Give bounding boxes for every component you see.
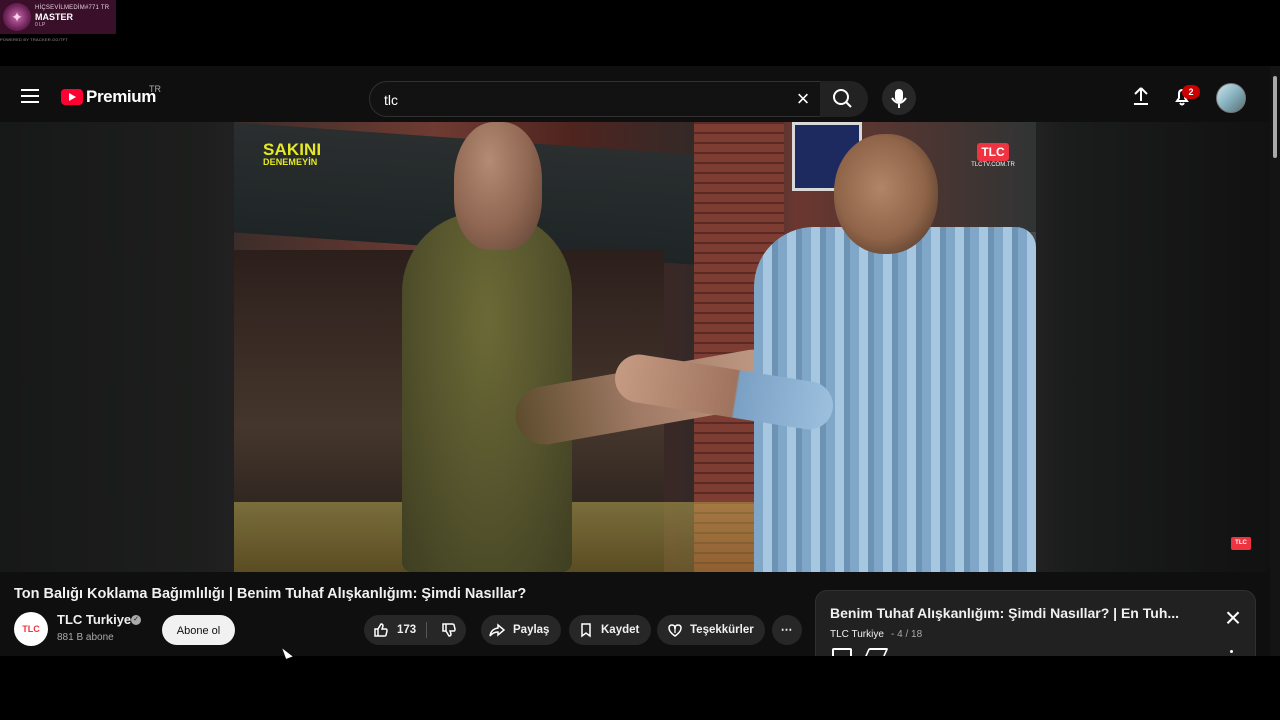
man-right-head (834, 134, 938, 254)
close-playlist-icon[interactable]: × (1222, 604, 1244, 632)
youtube-play-icon (61, 89, 83, 105)
verified-check-icon: ✓ (131, 615, 141, 625)
channel-avatar[interactable]: TLC (14, 612, 48, 646)
rank-emblem-icon: ✦ (3, 3, 31, 31)
account-avatar[interactable] (1216, 83, 1246, 113)
more-actions-button[interactable]: ⋯ (772, 615, 802, 645)
show-logo-subtitle: DENEMEYİN (263, 157, 318, 167)
youtube-window: Premium TR × 2 (0, 66, 1280, 656)
loop-playlist-icon[interactable] (832, 648, 852, 656)
playlist-menu-icon[interactable] (1230, 650, 1233, 653)
page-scrollbar[interactable] (1270, 66, 1280, 656)
man-bald-head (454, 122, 542, 250)
thumbs-up-icon[interactable] (373, 622, 389, 638)
playlist-position: - 4 / 18 (891, 629, 923, 640)
show-logo-main: SAKINI (263, 140, 322, 159)
save-button[interactable]: Kaydet (569, 615, 651, 645)
channel-name[interactable]: TLC Turkiye (57, 612, 131, 627)
scrollbar-thumb[interactable] (1273, 76, 1277, 158)
thumbs-down-icon[interactable] (441, 622, 457, 638)
search-box[interactable]: × (369, 81, 821, 118)
menu-icon[interactable] (18, 86, 42, 104)
tlc-url: TLCTV.COM.TR (971, 162, 1015, 168)
like-divider (426, 622, 427, 638)
share-label: Paylaş (513, 624, 550, 636)
shuffle-playlist-icon[interactable] (861, 648, 889, 656)
notification-count-badge: 2 (1182, 85, 1200, 99)
thanks-button[interactable]: Teşekkürler (657, 615, 765, 645)
country-code: TR (149, 84, 161, 94)
share-arrow-icon (489, 623, 505, 637)
video-title: Ton Balığı Koklama Bağımlılığı | Benim T… (14, 586, 527, 602)
rank-lp: 0 LP (35, 22, 46, 28)
microphone-icon (891, 89, 907, 108)
tlc-channel-bug: TLC TLCTV.COM.TR (970, 143, 1016, 171)
video-player[interactable]: SAKINI DENEMEYİN TLC TLCTV.COM.TR TLC (0, 122, 1270, 572)
youtube-topbar: Premium TR × 2 (0, 66, 1280, 122)
upload-icon[interactable] (1129, 84, 1153, 108)
rank-tier: MASTER (35, 12, 73, 22)
logo-text: Premium (86, 87, 156, 106)
search-icon (833, 89, 852, 108)
show-logo: SAKINI DENEMEYİN (263, 140, 343, 171)
like-dislike-group[interactable]: 173 (364, 615, 466, 645)
bookmark-icon (581, 623, 591, 638)
thanks-label: Teşekkürler (690, 624, 754, 636)
super-thanks-icon (668, 624, 682, 637)
clear-search-icon[interactable]: × (794, 88, 812, 110)
playlist-title[interactable]: Benim Tuhaf Alışkanlığım: Şimdi Nasıllar… (830, 605, 1210, 621)
subscriber-count: 881 B abone (57, 632, 114, 643)
youtube-premium-logo[interactable]: Premium TR (61, 84, 161, 107)
voice-search-button[interactable] (882, 81, 916, 115)
share-button[interactable]: Paylaş (481, 615, 561, 645)
rank-powered-by: POWERED BY TRACKER.GG/TFT (0, 37, 68, 42)
save-label: Kaydet (601, 624, 640, 636)
playlist-channel[interactable]: TLC Turkiye (830, 629, 884, 640)
tlc-logo: TLC (977, 143, 1009, 161)
subscribe-button[interactable]: Abone ol (162, 615, 235, 645)
search-input[interactable] (382, 82, 786, 118)
corner-tlc-watermark: TLC (1231, 537, 1251, 550)
search-button[interactable] (820, 81, 868, 117)
playlist-panel: Benim Tuhaf Alışkanlığım: Şimdi Nasıllar… (815, 590, 1256, 656)
rank-player-name: HİÇSEVİLMEDİM#771 TR (35, 5, 110, 11)
video-frame[interactable]: SAKINI DENEMEYİN TLC TLCTV.COM.TR (234, 122, 1036, 572)
like-count: 173 (397, 624, 417, 636)
tft-rank-overlay: ✦ HİÇSEVİLMEDİM#771 TR MASTER 0 LP (0, 0, 116, 34)
